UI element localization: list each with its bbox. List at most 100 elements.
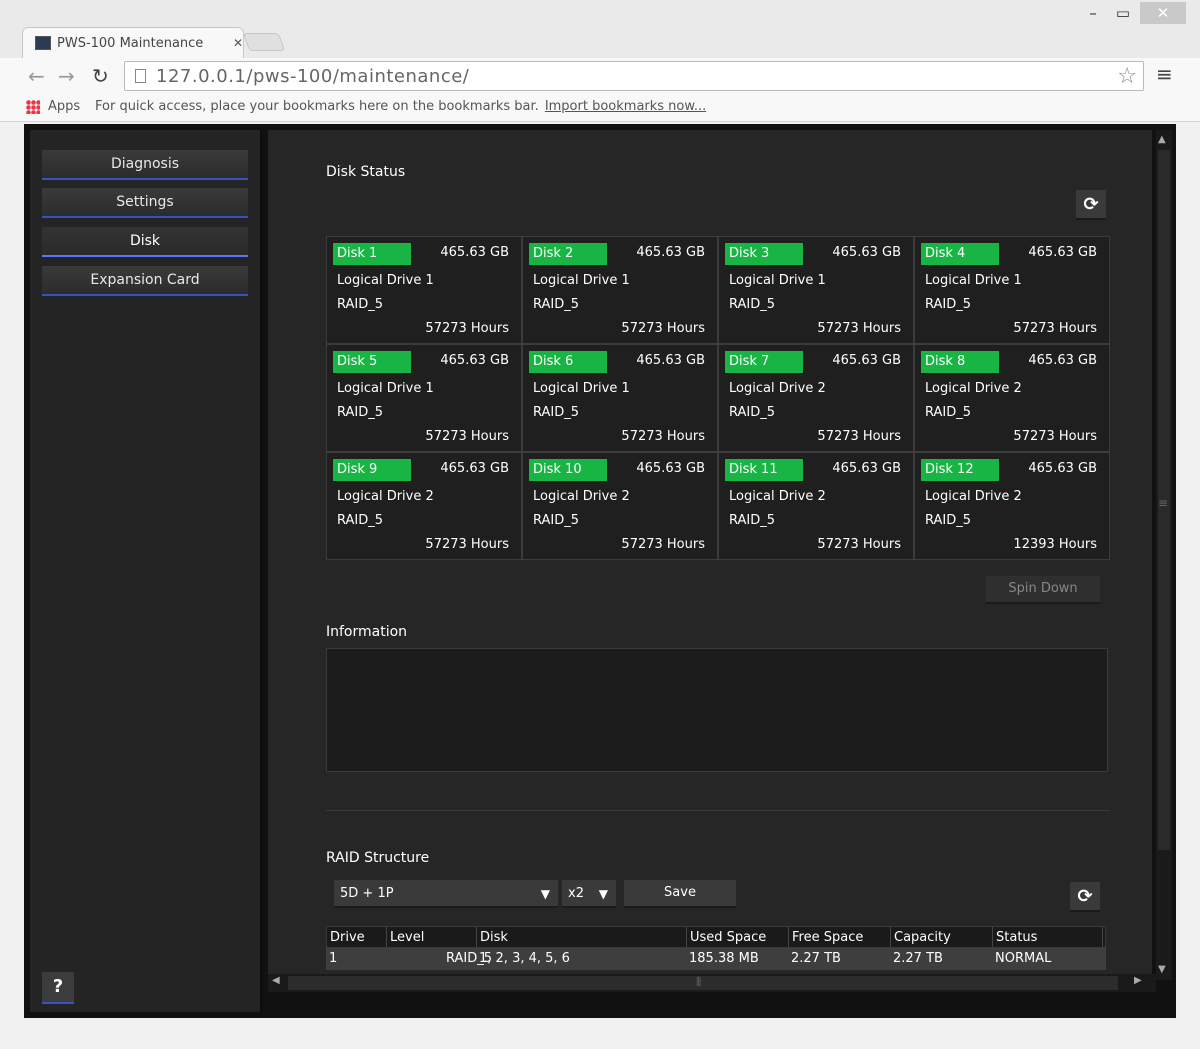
disk-raid-level: RAID_5 [533,513,580,528]
save-button[interactable]: Save [624,880,736,908]
raid-multiplier-select[interactable]: x2 ▼ [562,880,616,908]
apps-grid-icon[interactable] [26,100,40,114]
disk-hours: 57273 Hours [1013,429,1097,444]
url-text: 127.0.0.1/pws-100/maintenance/ [156,65,470,87]
disk-refresh-button[interactable]: ⟳ [1076,190,1106,220]
disk-card[interactable]: Disk 8 465.63 GB Logical Drive 2 RAID_5 5727… [914,344,1110,452]
column-header: Disk [477,927,687,947]
tab-close-icon[interactable]: ✕ [233,36,243,50]
disk-raid-level: RAID_5 [925,405,972,420]
scroll-grip-icon: ≡ [1158,496,1169,510]
disk-card[interactable]: Disk 6 465.63 GB Logical Drive 1 RAID_5 5727… [522,344,718,452]
table-cell: 2.27 TB [893,951,943,966]
page-icon [135,69,146,83]
disk-size: 465.63 GB [636,461,705,476]
spin-down-button[interactable]: Spin Down [986,576,1100,604]
maintenance-app: Diagnosis Settings Disk Expansion Card ?… [24,124,1176,1018]
tab-strip: PWS-100 Maintenance ✕ – ▭ ✕ [0,0,1200,58]
raid-table: Drive Level Disk Used Space Free Space Capaci… [326,926,1106,970]
back-arrow-icon[interactable]: ← [28,64,45,88]
information-title: Information [326,624,408,640]
maximize-icon[interactable]: ▭ [1108,4,1138,22]
apps-link[interactable]: Apps [48,99,80,114]
window-close-icon[interactable]: ✕ [1140,2,1186,24]
disk-logical-drive: Logical Drive 2 [925,381,1022,396]
address-bar[interactable]: 127.0.0.1/pws-100/maintenance/ ☆ [124,61,1144,91]
raid-refresh-button[interactable]: ⟳ [1070,882,1100,912]
column-header: Capacity [891,927,993,947]
raid-structure-title: RAID Structure [326,850,430,866]
horizontal-scroll-thumb[interactable] [288,976,1118,990]
disk-hours: 57273 Hours [425,321,509,336]
column-header: Level [387,927,477,947]
disk-name-badge: Disk 8 [921,351,999,373]
disk-raid-level: RAID_5 [925,513,972,528]
refresh-icon: ⟳ [1083,194,1099,215]
disk-name-badge: Disk 2 [529,243,607,265]
scroll-down-icon[interactable]: ▼ [1158,964,1166,975]
sidebar-item-disk[interactable]: Disk [42,227,248,257]
disk-size: 465.63 GB [832,461,901,476]
disk-size: 465.63 GB [1028,461,1097,476]
sidebar-item-diagnosis[interactable]: Diagnosis [42,150,248,180]
disk-card[interactable]: Disk 3 465.63 GB Logical Drive 1 RAID_5 5727… [718,236,914,344]
minimize-icon[interactable]: – [1078,4,1108,22]
disk-hours: 12393 Hours [1013,537,1097,552]
disk-size: 465.63 GB [1028,245,1097,260]
disk-size: 465.63 GB [832,245,901,260]
disk-size: 465.63 GB [636,353,705,368]
disk-name-badge: Disk 7 [725,351,803,373]
disk-logical-drive: Logical Drive 1 [533,273,630,288]
table-cell: NORMAL [995,951,1052,966]
site-favicon-icon [35,36,51,50]
scroll-up-icon[interactable]: ▲ [1158,134,1166,145]
information-box [326,648,1108,772]
chevron-down-icon: ▼ [598,887,608,901]
sidebar-item-settings[interactable]: Settings [42,188,248,218]
disk-logical-drive: Logical Drive 1 [337,273,434,288]
new-tab-button[interactable] [242,33,286,51]
disk-name-badge: Disk 6 [529,351,607,373]
bookmark-star-icon[interactable]: ☆ [1117,64,1137,89]
column-header: Used Space [687,927,789,947]
column-header: Status [993,927,1103,947]
import-bookmarks-link[interactable]: Import bookmarks now... [545,99,706,114]
scroll-right-icon[interactable]: ▶ [1134,975,1142,986]
disk-logical-drive: Logical Drive 2 [925,489,1022,504]
sidebar: Diagnosis Settings Disk Expansion Card ? [30,130,262,1012]
disk-hours: 57273 Hours [621,429,705,444]
disk-logical-drive: Logical Drive 1 [729,273,826,288]
browser-tab[interactable]: PWS-100 Maintenance ✕ [22,27,244,58]
browser-menu-icon[interactable]: ≡ [1156,62,1173,86]
disk-hours: 57273 Hours [817,321,901,336]
sidebar-item-expansion-card[interactable]: Expansion Card [42,266,248,296]
table-cell: 1 [329,951,338,966]
column-header: Drive [327,927,387,947]
horizontal-scrollbar[interactable]: ◀ ⦀ ▶ [268,974,1156,992]
disk-card[interactable]: Disk 4 465.63 GB Logical Drive 1 RAID_5 5727… [914,236,1110,344]
disk-card[interactable]: Disk 7 465.63 GB Logical Drive 2 RAID_5 5727… [718,344,914,452]
disk-name-badge: Disk 10 [529,459,607,481]
disk-card[interactable]: Disk 1 465.63 GB Logical Drive 1 RAID_5 5727… [326,236,522,344]
raid-layout-select[interactable]: 5D + 1P ▼ [334,880,558,908]
forward-arrow-icon[interactable]: → [58,64,75,88]
disk-name-badge: Disk 11 [725,459,803,481]
disk-card[interactable]: Disk 10 465.63 GB Logical Drive 2 RAID_5 572… [522,452,718,560]
help-button[interactable]: ? [42,972,74,1004]
scroll-left-icon[interactable]: ◀ [272,975,280,986]
scroll-grip-icon: ⦀ [696,975,702,989]
disk-card[interactable]: Disk 11 465.63 GB Logical Drive 2 RAID_5 572… [718,452,914,560]
disk-card[interactable]: Disk 12 465.63 GB Logical Drive 2 RAID_5 123… [914,452,1110,560]
disk-size: 465.63 GB [832,353,901,368]
disk-card[interactable]: Disk 2 465.63 GB Logical Drive 1 RAID_5 5727… [522,236,718,344]
disk-raid-level: RAID_5 [533,297,580,312]
disk-card[interactable]: Disk 5 465.63 GB Logical Drive 1 RAID_5 5727… [326,344,522,452]
raid-layout-value: 5D + 1P [340,886,394,901]
disk-card[interactable]: Disk 9 465.63 GB Logical Drive 2 RAID_5 5727… [326,452,522,560]
chevron-down-icon: ▼ [540,887,550,901]
disk-raid-level: RAID_5 [337,405,384,420]
browser-toolbar: ← → ↻ 127.0.0.1/pws-100/maintenance/ ☆ ≡ [0,58,1200,94]
vertical-scrollbar[interactable]: ▲ ≡ ▼ [1156,130,1172,980]
table-row[interactable]: 1 RAID_5 1, 2, 3, 4, 5, 6 185.38 MB 2.27 TB 2… [326,948,1106,970]
reload-icon[interactable]: ↻ [92,64,109,88]
